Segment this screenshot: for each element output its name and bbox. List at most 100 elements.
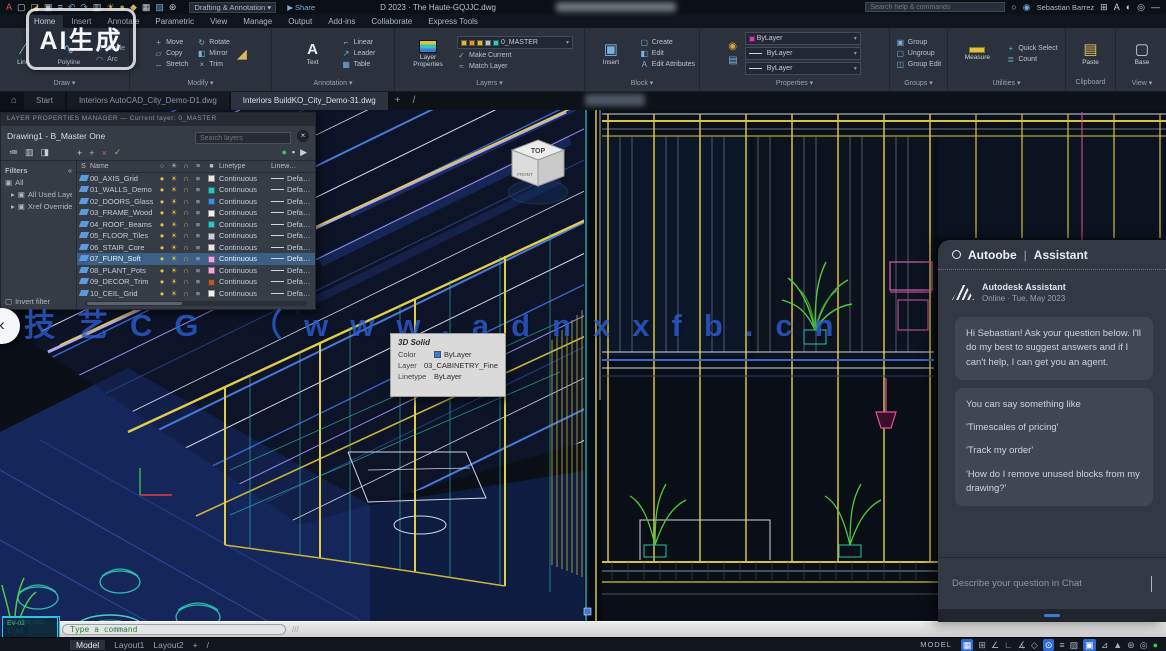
- share-button[interactable]: ▶ Share: [287, 3, 315, 12]
- suggestion-2[interactable]: 'Track my order': [966, 444, 1142, 458]
- layout1-tab[interactable]: Layout1: [114, 640, 144, 650]
- ribbon-tab-manage[interactable]: Manage: [235, 15, 280, 28]
- sheet-set-icon[interactable]: ▥: [93, 2, 102, 12]
- match-layer-button[interactable]: ≈Match Layer: [457, 62, 573, 71]
- invert-filter-checkbox[interactable]: ▢Invert filter: [5, 297, 50, 306]
- palette-grip[interactable]: LAYER PROPERTIES MANAGER — Current layer…: [1, 113, 315, 126]
- minimize-icon[interactable]: —: [1151, 2, 1160, 12]
- layer-search-input[interactable]: [195, 132, 291, 144]
- property-filter-icon[interactable]: ▥: [25, 147, 34, 158]
- layer-row[interactable]: 05_FLOOR_Tiles●☀∩≡ContinuousDefa…: [77, 230, 315, 242]
- file-tab-start[interactable]: Start: [24, 92, 65, 110]
- undo-icon[interactable]: ↶: [68, 2, 76, 12]
- layer-row[interactable]: 06_STAIR_Core●☀∩≡ContinuousDefa…: [77, 242, 315, 254]
- panel-label-annotation[interactable]: Annotation ▾: [272, 79, 394, 91]
- new-drawing-tab-button[interactable]: +: [390, 92, 406, 110]
- new-file-icon[interactable]: ▢: [17, 2, 26, 12]
- layer-row[interactable]: 03_FRAME_Wood●☀∩≡ContinuousDefa…: [77, 207, 315, 219]
- new-frozen-layer-icon[interactable]: +: [89, 148, 94, 158]
- workspace-dropdown[interactable]: Drafting & Annotation ▾: [189, 2, 276, 13]
- layer-table-scrollbar[interactable]: [85, 301, 307, 306]
- panel-label-draw[interactable]: Draw ▾: [0, 79, 129, 91]
- polyline-button[interactable]: ∿Polyline: [50, 42, 89, 66]
- filter-item-used[interactable]: ▸▣All Used Layers: [5, 190, 72, 199]
- grid-icon[interactable]: ▦: [961, 639, 974, 651]
- layer-row[interactable]: 04_ROOF_Beams●☀∩≡ContinuousDefa…: [77, 219, 315, 231]
- app-logo-icon[interactable]: A: [6, 2, 12, 12]
- create-block-button[interactable]: ▢Create: [640, 38, 695, 47]
- notification-icon[interactable]: ◐: [1126, 2, 1131, 12]
- dynamic-ucs-icon[interactable]: ⊿: [1101, 639, 1109, 651]
- layer-states-icon[interactable]: ◨: [41, 147, 50, 158]
- model-space-label[interactable]: MODEL: [920, 640, 952, 649]
- layer-properties-button[interactable]: Layer Properties: [406, 40, 450, 68]
- panel-label-groups[interactable]: Groups ▾: [890, 79, 947, 91]
- layer-table-header[interactable]: SName ○☀ ∩≡ ■Linetype Linew…: [77, 161, 315, 173]
- avatar-icon[interactable]: ◉: [1023, 2, 1031, 12]
- copy-button[interactable]: ▱Copy: [154, 49, 188, 58]
- ribbon-tab-express[interactable]: Express Tools: [420, 15, 486, 28]
- plot-icon[interactable]: ≡: [58, 2, 63, 12]
- hatch-icon[interactable]: ▨: [155, 2, 164, 12]
- transparency-icon[interactable]: ▨: [1070, 639, 1079, 651]
- panel-label-properties[interactable]: Properties ▾: [700, 79, 889, 91]
- save-icon[interactable]: ▣: [44, 2, 53, 12]
- edit-block-button[interactable]: ◧Edit: [640, 49, 695, 58]
- delete-layer-icon[interactable]: ×: [102, 148, 107, 158]
- isolate-icon[interactable]: ◎: [1140, 639, 1148, 651]
- group-edit-button[interactable]: ◫Group Edit: [896, 60, 941, 69]
- palette-close-button[interactable]: ×: [297, 130, 309, 142]
- settings-icon[interactable]: ⊛: [169, 2, 177, 12]
- layer-row[interactable]: 00_AXIS_Grid●☀∩≡ContinuousDefa…: [77, 173, 315, 185]
- help-search-input[interactable]: [865, 2, 1005, 12]
- trim-button[interactable]: ×Trim: [197, 60, 230, 69]
- ribbon-tab-annotate[interactable]: Annotate: [99, 15, 147, 28]
- open-file-icon[interactable]: ◪: [31, 2, 40, 12]
- count-button[interactable]: ≣Count: [1006, 55, 1057, 64]
- suggestion-3[interactable]: 'How do I remove unused blocks from my d…: [966, 468, 1142, 497]
- render-sun-icon[interactable]: ☀: [106, 2, 114, 12]
- polar-icon[interactable]: ∡: [1018, 639, 1026, 651]
- stretch-button[interactable]: ↔Stretch: [154, 60, 188, 69]
- collapse-tree-icon[interactable]: «: [68, 166, 72, 175]
- edit-attributes-button[interactable]: AEdit Attributes: [640, 60, 695, 69]
- redo-icon[interactable]: ↷: [80, 2, 88, 12]
- refresh-icon[interactable]: ▪: [292, 147, 295, 158]
- osnap-icon[interactable]: ⊙: [1043, 639, 1055, 651]
- model-tab[interactable]: Model: [70, 640, 105, 650]
- layout-grid-icon[interactable]: ▦: [142, 2, 151, 12]
- group-button[interactable]: ▣Group: [896, 38, 941, 47]
- home-icon[interactable]: ⌂: [6, 92, 22, 110]
- panel-label-view[interactable]: View ▾: [1116, 79, 1166, 91]
- ungroup-button[interactable]: ▢Ungroup: [896, 49, 941, 58]
- rotate-button[interactable]: ↻Rotate: [197, 38, 230, 47]
- new-layout-button[interactable]: +: [193, 640, 198, 650]
- help-circle-icon[interactable]: ○: [1011, 2, 1016, 12]
- make-current-button[interactable]: ✓Make Current: [457, 51, 573, 60]
- ribbon-tab-collaborate[interactable]: Collaborate: [363, 15, 420, 28]
- user-name[interactable]: Sebastian Barrez: [1037, 3, 1095, 12]
- layout2-tab[interactable]: Layout2: [153, 640, 183, 650]
- assistant-input[interactable]: Describe your question in Chat: [938, 557, 1166, 609]
- properties-list-icon[interactable]: ▤: [728, 55, 737, 66]
- panel-label-utilities[interactable]: Utilities ▾: [948, 79, 1065, 91]
- layer-row[interactable]: 08_PLANT_Pots●☀∩≡ContinuousDefa…: [77, 265, 315, 277]
- measure-button[interactable]: Measure: [955, 47, 999, 61]
- arc-button[interactable]: ◠Arc: [95, 55, 125, 64]
- linetype-dropdown[interactable]: ByLayer▾: [745, 62, 861, 75]
- panel-label-layers[interactable]: Layers ▾: [395, 79, 584, 91]
- layer-row[interactable]: 02_DOORS_Glass●☀∩≡ContinuousDefa…: [77, 196, 315, 208]
- circle-button[interactable]: ○Circle: [95, 44, 125, 53]
- selection-cycling-icon[interactable]: ▣: [1083, 639, 1096, 651]
- layer-row[interactable]: 10_CEIL_Grid●☀∩≡ContinuousDefa…: [77, 288, 315, 300]
- ribbon-tab-insert[interactable]: Insert: [63, 15, 99, 28]
- paste-button[interactable]: ▤Paste: [1072, 42, 1110, 66]
- line-button[interactable]: ∕Line: [4, 42, 43, 66]
- isodraft-icon[interactable]: ◇: [1031, 639, 1038, 651]
- set-current-icon[interactable]: ✓: [114, 147, 122, 158]
- infer-icon[interactable]: ∠: [991, 639, 999, 651]
- ribbon-tab-view[interactable]: View: [202, 15, 235, 28]
- apps-icon[interactable]: ◎: [1137, 2, 1145, 12]
- file-tab-demo-31[interactable]: Interiors BuildKO_City_Demo-31.dwg: [231, 92, 388, 110]
- panel-label-modify[interactable]: Modify ▾: [130, 79, 271, 91]
